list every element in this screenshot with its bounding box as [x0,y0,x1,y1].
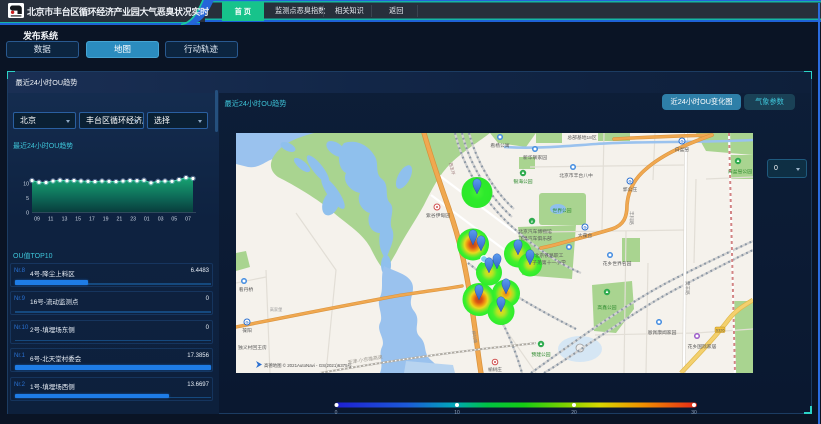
svg-text:紫谷伊甸园: 紫谷伊甸园 [426,212,450,219]
svg-text:高鑫公园: 高鑫公园 [597,304,616,311]
svg-text:预建公园: 预建公园 [531,351,550,358]
svg-text:高家堡: 高家堡 [270,306,283,313]
svg-text:北京汽车博物馆: 北京汽车博物馆 [518,228,552,235]
svg-text:15: 15 [75,217,81,223]
svg-text:总部基地18区: 总部基地18区 [567,134,597,141]
svg-text:G: G [628,178,631,183]
svg-text:世界公园: 世界公园 [552,207,571,214]
svg-text:郭公庄: 郭公庄 [623,186,638,193]
svg-text:子弟第十一小学: 子弟第十一小学 [532,259,566,266]
svg-text:白盆窑: 白盆窑 [675,146,690,153]
svg-text:G: G [680,138,683,143]
svg-text:23: 23 [130,217,136,223]
svg-text:大葆台: 大葆台 [578,232,593,239]
svg-text:榆树庄: 榆树庄 [488,366,502,373]
svg-text:北京铁路职工: 北京铁路职工 [535,252,564,259]
svg-text:21: 21 [117,217,123,223]
svg-text:飞灵汽车俱乐部: 飞灵汽车俱乐部 [518,235,552,242]
svg-text:葆阳: 葆阳 [242,327,252,334]
svg-text:银海公园: 银海公园 [513,178,532,185]
svg-text:10: 10 [23,182,29,188]
svg-text:G: G [245,319,248,324]
svg-text:看丹桥: 看丹桥 [239,286,254,293]
svg-text:09: 09 [34,217,40,223]
svg-text:花乡世界名园: 花乡世界名园 [603,260,632,267]
svg-text:17: 17 [89,217,95,223]
svg-text:S326: S326 [716,328,725,332]
svg-text:丰科路: 丰科路 [628,211,635,225]
svg-text:05: 05 [171,217,177,223]
svg-text:13: 13 [62,217,68,223]
svg-text:独义村回王房: 独义村回王房 [238,344,267,351]
svg-text:11: 11 [48,217,53,223]
svg-text:看杨公寓: 看杨公寓 [490,142,509,149]
svg-text:19: 19 [103,217,109,223]
svg-text:樊羊路: 樊羊路 [684,281,691,295]
svg-text:5: 5 [26,196,29,202]
svg-text:07: 07 [185,217,191,223]
svg-text:03: 03 [158,217,164,223]
svg-text:0: 0 [26,210,29,216]
svg-text:01: 01 [144,217,150,223]
svg-text:高德地图 © 2021AutoNavi - GS(2021): 高德地图 © 2021AutoNavi - GS(2021)6375号 [264,362,353,369]
svg-text:恩佩康闻家园: 恩佩康闻家园 [648,329,677,336]
svg-text:北京市丰台八中: 北京市丰台八中 [559,172,593,179]
svg-text:花乡国际家居: 花乡国际家居 [688,343,717,350]
svg-text:白盆窑公园: 白盆窑公园 [728,168,752,175]
svg-text:G: G [583,224,586,229]
svg-text:新华联家园: 新华联家园 [523,154,547,161]
